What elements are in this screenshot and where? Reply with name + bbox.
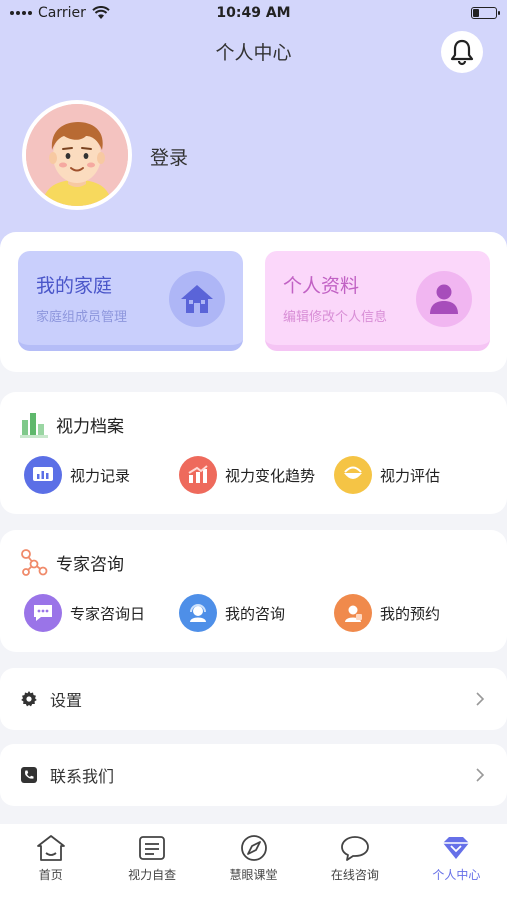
home-tab-icon: [36, 835, 65, 861]
assessment-icon: [334, 456, 372, 494]
wifi-icon: [92, 6, 110, 19]
signal-dots-icon: [10, 11, 32, 15]
chevron-right-icon: [476, 768, 485, 782]
contact-us-row[interactable]: 联系我们: [0, 744, 507, 806]
expert-consult-title: 专家咨询: [56, 554, 124, 575]
gear-icon: [20, 690, 38, 708]
vision-record-item[interactable]: 视力记录: [24, 456, 179, 494]
expert-day-item[interactable]: 专家咨询日: [24, 594, 179, 632]
tab-online-consult[interactable]: 在线咨询: [304, 834, 405, 900]
page-title: 个人中心: [215, 42, 292, 64]
notification-button[interactable]: [441, 31, 483, 73]
tab-classroom[interactable]: 慧眼课堂: [203, 834, 304, 900]
tab-classroom-label: 慧眼课堂: [229, 868, 278, 882]
my-appointment-item[interactable]: 我的预约: [334, 594, 489, 632]
diamond-icon: [443, 837, 470, 859]
login-link[interactable]: 登录: [150, 143, 188, 170]
vision-trend-item[interactable]: 视力变化趋势: [179, 456, 334, 494]
appointment-icon: [334, 594, 372, 632]
expert-consult-header: 专家咨询: [20, 548, 124, 576]
settings-row[interactable]: 设置: [0, 668, 507, 730]
compass-icon: [240, 835, 267, 861]
phone-icon: [20, 766, 38, 784]
expert-consult-items: 专家咨询日 我的咨询 我的预约: [24, 594, 507, 632]
chat-icon: [341, 836, 369, 861]
battery-fill: [473, 9, 479, 17]
status-right: [327, 7, 500, 19]
my-consult-label: 我的咨询: [225, 604, 286, 623]
battery-icon: [471, 7, 500, 19]
tab-online-consult-label: 在线咨询: [330, 868, 379, 882]
vision-archive-section: 视力档案 视力记录 视力变化趋势 视力评估: [0, 392, 507, 514]
self-check-icon: [139, 836, 166, 860]
chevron-right-icon: [476, 692, 485, 706]
bell-icon: [450, 39, 474, 66]
tab-self-check[interactable]: 视力自查: [101, 834, 202, 900]
settings-label: 设置: [50, 691, 83, 710]
user-icon: [416, 271, 472, 327]
avatar-image: [26, 104, 128, 206]
my-appointment-label: 我的预约: [380, 604, 441, 623]
vision-archive-items: 视力记录 视力变化趋势 视力评估: [24, 456, 507, 494]
expert-consult-section: 专家咨询 专家咨询日 我的咨询 我的预约: [0, 530, 507, 652]
tab-personal-center[interactable]: 个人中心: [406, 834, 507, 900]
profile-card[interactable]: 个人资料 编辑修改个人信息: [265, 251, 490, 351]
chat-bubble-icon: [24, 594, 62, 632]
avatar[interactable]: [22, 100, 132, 210]
tab-home-label: 首页: [38, 868, 63, 882]
expert-day-label: 专家咨询日: [70, 604, 146, 623]
bottom-tab-bar: 首页 视力自查 慧眼课堂 在线咨询 个人中心: [0, 824, 507, 900]
bar-chart-icon: [20, 413, 48, 438]
tab-home[interactable]: 首页: [0, 834, 101, 900]
vision-record-label: 视力记录: [70, 466, 131, 485]
vision-archive-header: 视力档案: [20, 410, 124, 438]
network-icon: [21, 549, 48, 576]
contact-us-label: 联系我们: [50, 767, 115, 786]
trend-icon: [179, 456, 217, 494]
status-left: Carrier: [10, 5, 180, 21]
status-time: 10:49 AM: [216, 5, 291, 21]
my-family-card[interactable]: 我的家庭 家庭组成员管理: [18, 251, 243, 351]
carrier-label: Carrier: [38, 5, 86, 21]
consult-icon: [179, 594, 217, 632]
tab-personal-center-label: 个人中心: [432, 868, 481, 882]
avatar-face-icon: [26, 104, 128, 206]
status-bar: Carrier 10:49 AM: [0, 0, 507, 26]
vision-archive-title: 视力档案: [56, 416, 124, 437]
vision-assessment-label: 视力评估: [380, 466, 441, 485]
home-icon: [169, 271, 225, 327]
tab-self-check-label: 视力自查: [128, 868, 177, 882]
vision-trend-label: 视力变化趋势: [225, 466, 316, 485]
my-consult-item[interactable]: 我的咨询: [179, 594, 334, 632]
chart-record-icon: [24, 456, 62, 494]
vision-assessment-item[interactable]: 视力评估: [334, 456, 489, 494]
